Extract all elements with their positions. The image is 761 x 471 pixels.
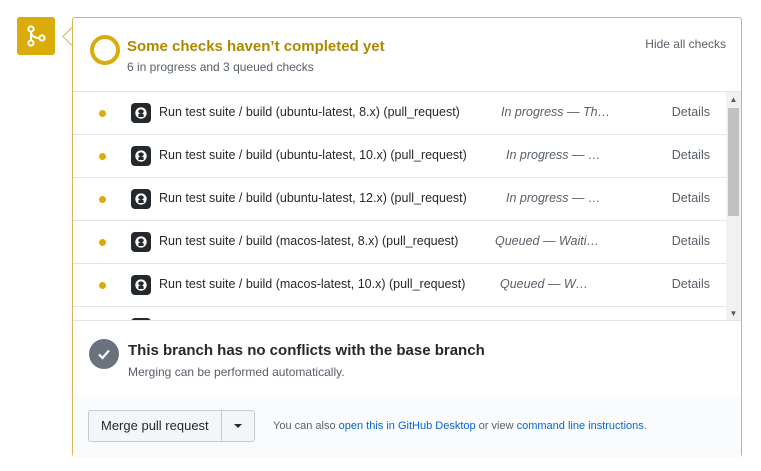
- pending-dot-icon: [99, 110, 106, 117]
- merge-options-dropdown[interactable]: [222, 411, 254, 441]
- conflicts-title: This branch has no conflicts with the ba…: [128, 342, 485, 359]
- check-row: Run test suite / build (ubuntu-latest, 1…: [73, 178, 726, 221]
- conflicts-section: This branch has no conflicts with the ba…: [73, 320, 741, 397]
- git-merge-icon: [27, 25, 46, 47]
- check-status: Queued — Waiting to run this check...: [500, 277, 590, 291]
- check-name: Run test suite / build (ubuntu-latest, 8…: [159, 105, 460, 119]
- pending-dot-icon: [99, 239, 106, 246]
- checks-subtitle: 6 in progress and 3 queued checks: [127, 60, 314, 74]
- check-row: Run test suite / build (ubuntu-latest, 1…: [73, 135, 726, 178]
- check-details-link[interactable]: Details: [672, 234, 710, 248]
- github-octocat-icon: [131, 103, 151, 123]
- check-status: In progress — This check has started...: [506, 148, 606, 162]
- checks-summary: Some checks haven’t completed yet 6 in p…: [73, 18, 741, 92]
- pending-dot-icon: [99, 196, 106, 203]
- merge-pull-request-button[interactable]: Merge pull request: [89, 411, 222, 441]
- check-row: Run test suite / build (macos-latest, 10…: [73, 264, 726, 307]
- merge-box: Some checks haven’t completed yet 6 in p…: [72, 17, 742, 458]
- check-details-link[interactable]: Details: [672, 191, 710, 205]
- merge-info-middle: or view: [475, 420, 517, 432]
- check-name: Run test suite / build (macos-latest, 10…: [159, 277, 466, 291]
- caret-down-icon: [233, 424, 242, 428]
- check-row: Run test suite / build (ubuntu-latest, 8…: [73, 92, 726, 135]
- github-octocat-icon: [131, 232, 151, 252]
- scroll-thumb[interactable]: [728, 108, 739, 216]
- scroll-down-arrow-icon[interactable]: ▼: [726, 306, 741, 320]
- github-octocat-icon: [131, 146, 151, 166]
- check-row: Run test suite / build (macos-latest, 12…: [73, 307, 726, 320]
- merge-button-group: Merge pull request: [88, 410, 255, 442]
- check-name: Run test suite / build (macos-latest, 8.…: [159, 234, 459, 248]
- hide-all-checks-link[interactable]: Hide all checks: [645, 37, 726, 51]
- check-details-link[interactable]: Details: [672, 277, 710, 291]
- pending-dot-icon: [99, 153, 106, 160]
- merge-status-badge: [17, 17, 55, 55]
- conflicts-subtitle: Merging can be performed automatically.: [128, 365, 345, 379]
- open-in-desktop-link[interactable]: open this in GitHub Desktop: [339, 420, 476, 432]
- pending-ring-icon: [90, 35, 120, 65]
- merge-alternatives-text: You can also open this in GitHub Desktop…: [273, 420, 647, 432]
- merge-info-prefix: You can also: [273, 420, 339, 432]
- command-line-instructions-link[interactable]: command line instructions: [517, 420, 644, 432]
- checks-scrollbar[interactable]: ▲ ▼: [726, 92, 741, 320]
- check-name: Run test suite / build (ubuntu-latest, 1…: [159, 148, 467, 162]
- github-octocat-icon: [131, 189, 151, 209]
- check-details-link[interactable]: Details: [672, 148, 710, 162]
- check-details-link[interactable]: Details: [672, 105, 710, 119]
- checks-title: Some checks haven’t completed yet: [127, 38, 385, 55]
- check-status: In progress — This check has started...: [506, 191, 606, 205]
- check-icon: [89, 339, 119, 369]
- check-status: Queued — Waiting to run this check...: [495, 234, 602, 248]
- check-row: Run test suite / build (macos-latest, 8.…: [73, 221, 726, 264]
- pending-dot-icon: [99, 282, 106, 289]
- checks-list[interactable]: Run test suite / build (ubuntu-latest, 8…: [73, 92, 726, 320]
- merge-info-suffix: .: [643, 420, 647, 432]
- check-name: Run test suite / build (ubuntu-latest, 1…: [159, 191, 467, 205]
- github-octocat-icon: [131, 275, 151, 295]
- merge-actions: Merge pull request You can also open thi…: [73, 396, 741, 458]
- check-status: In progress — This check has started...: [501, 105, 611, 119]
- scroll-up-arrow-icon[interactable]: ▲: [726, 92, 741, 106]
